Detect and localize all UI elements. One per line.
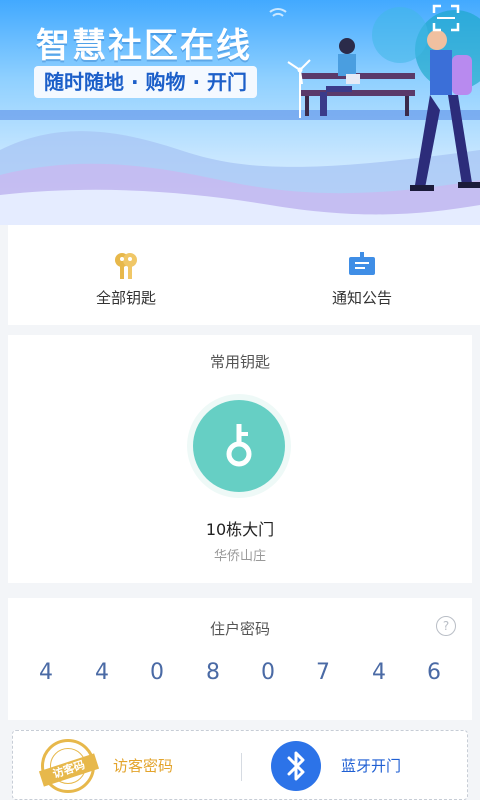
pin-digit: 6 [427,660,441,685]
key-name: 10栋大门 [205,520,275,539]
open-key-button[interactable] [193,400,285,492]
all-keys-button[interactable]: 全部钥匙 [8,225,244,325]
visitor-code-button[interactable]: 访客密码 [113,755,173,776]
pin-digit: 4 [95,660,109,685]
bluetooth-icon[interactable] [271,741,321,791]
hero-banner: 智慧社区在线 随时随地 · 购物 · 开门 [0,0,480,225]
pin-digit: 0 [261,660,275,685]
help-icon[interactable]: ? [436,616,456,636]
notice-button[interactable]: 通知公告 [244,225,480,325]
scan-icon[interactable] [432,4,460,32]
bottom-action-bar: 访客码 访客密码 蓝牙开门 [12,730,468,800]
resident-pin-card: 住户密码 ? 4 4 0 8 0 7 4 6 [8,598,472,720]
common-key-title: 常用钥匙 [209,353,270,371]
divider [241,753,242,781]
pin-digit: 7 [316,660,330,685]
visitor-stamp-icon[interactable]: 访客码 [38,739,100,793]
notice-board-icon [347,251,377,285]
keys-icon [111,251,141,285]
bluetooth-open-button[interactable]: 蓝牙开门 [341,755,401,776]
resident-pin-title: 住户密码 [209,620,270,638]
pin-digit: 0 [150,660,164,685]
notice-label: 通知公告 [331,289,392,307]
pin-digits: 4 4 0 8 0 7 4 6 [8,660,472,690]
banner-title: 智慧社区在线 [36,26,252,66]
key-icon [226,424,252,467]
pin-digit: 4 [39,660,53,685]
banner-subtitle: 随时随地 · 购物 · 开门 [34,66,258,98]
key-community: 华侨山庄 [213,549,266,564]
pin-digit: 4 [372,660,386,685]
common-key-card: 常用钥匙 10栋大门 华侨山庄 [8,335,472,583]
all-keys-label: 全部钥匙 [95,289,156,307]
pin-digit: 8 [206,660,220,685]
